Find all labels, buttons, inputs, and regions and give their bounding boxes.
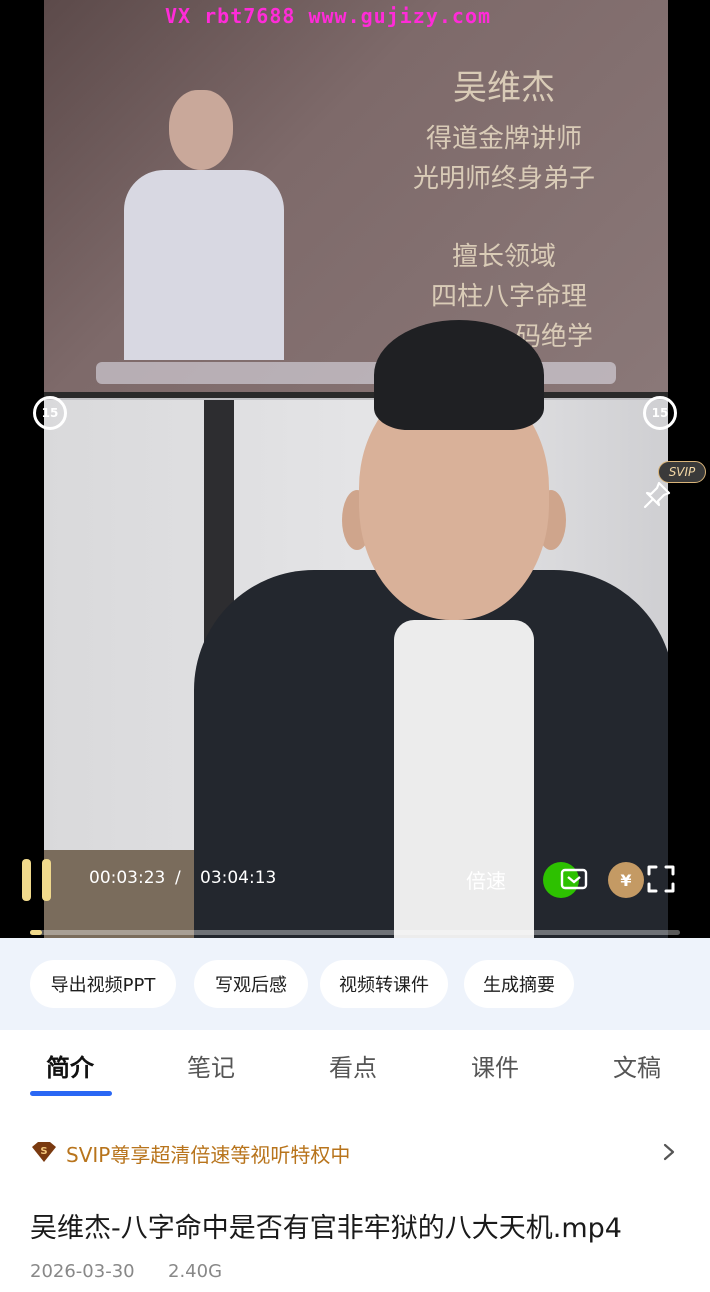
tv-line-1: 得道金牌讲师 [425,124,582,154]
file-date: 2026-03-30 [30,1261,135,1282]
chevron-right-icon [663,1143,675,1161]
progress-bar[interactable] [30,930,680,935]
tab-notes[interactable]: 笔记 [187,1048,235,1083]
export-ppt-button[interactable]: 导出视频PPT [30,960,176,1008]
player-controls: 00:03:23 / 03:04:13 倍速 ¥ [0,850,710,910]
tv-line-4: 四柱八字命理 [430,282,587,312]
write-review-button[interactable]: 写观后感 [194,960,308,1008]
time-separator: / [175,868,181,888]
action-chips: 导出视频PPT 写观后感 视频转课件 生成摘要 [0,938,710,1030]
total-time: 03:04:13 [200,868,277,888]
skip-forward-icon[interactable]: 15 [643,396,677,430]
pause-button[interactable] [20,859,54,901]
tv-line-3: 擅长领域 [451,242,556,272]
skip-back-icon[interactable]: 15 [33,396,67,430]
watermark-text: VX rbt7688 www.gujizy.com [165,4,492,28]
video-frame: 吴维杰 得道金牌讲师 光明师终身弟子 擅长领域 四柱八字命理 码绝学 [44,0,668,938]
coin-icon[interactable]: ¥ [608,862,644,898]
svip-badge-icon: S [32,1142,56,1162]
presenter [194,320,668,938]
tab-intro[interactable]: 简介 [46,1048,94,1083]
tv-name: 吴维杰 [453,68,555,108]
tab-transcript[interactable]: 文稿 [613,1048,661,1083]
generate-summary-button[interactable]: 生成摘要 [464,960,574,1008]
tv-line-2: 光明师终身弟子 [412,164,595,194]
active-tab-indicator [30,1091,112,1096]
current-time: 00:03:23 [89,868,166,888]
screen-cast-icon[interactable] [558,864,590,896]
svip-banner[interactable]: S SVIP尊享超清倍速等视听特权中 [30,1138,680,1168]
speed-button[interactable]: 倍速 [466,865,506,894]
video-player[interactable]: 吴维杰 得道金牌讲师 光明师终身弟子 擅长领域 四柱八字命理 码绝学 VX rb… [0,0,710,938]
svip-banner-text: SVIP尊享超清倍速等视听特权中 [66,1143,351,1167]
file-title: 吴维杰-八字命中是否有官非牢狱的八大天机.mp4 [30,1213,622,1244]
svg-text:S: S [40,1146,47,1157]
pin-icon[interactable] [642,480,672,510]
file-size: 2.40G [168,1261,223,1282]
tab-highlights[interactable]: 看点 [329,1048,377,1083]
progress-fill [30,930,42,935]
tab-courseware[interactable]: 课件 [471,1048,519,1083]
fullscreen-icon[interactable] [646,864,676,894]
video-to-courseware-button[interactable]: 视频转课件 [320,960,448,1008]
